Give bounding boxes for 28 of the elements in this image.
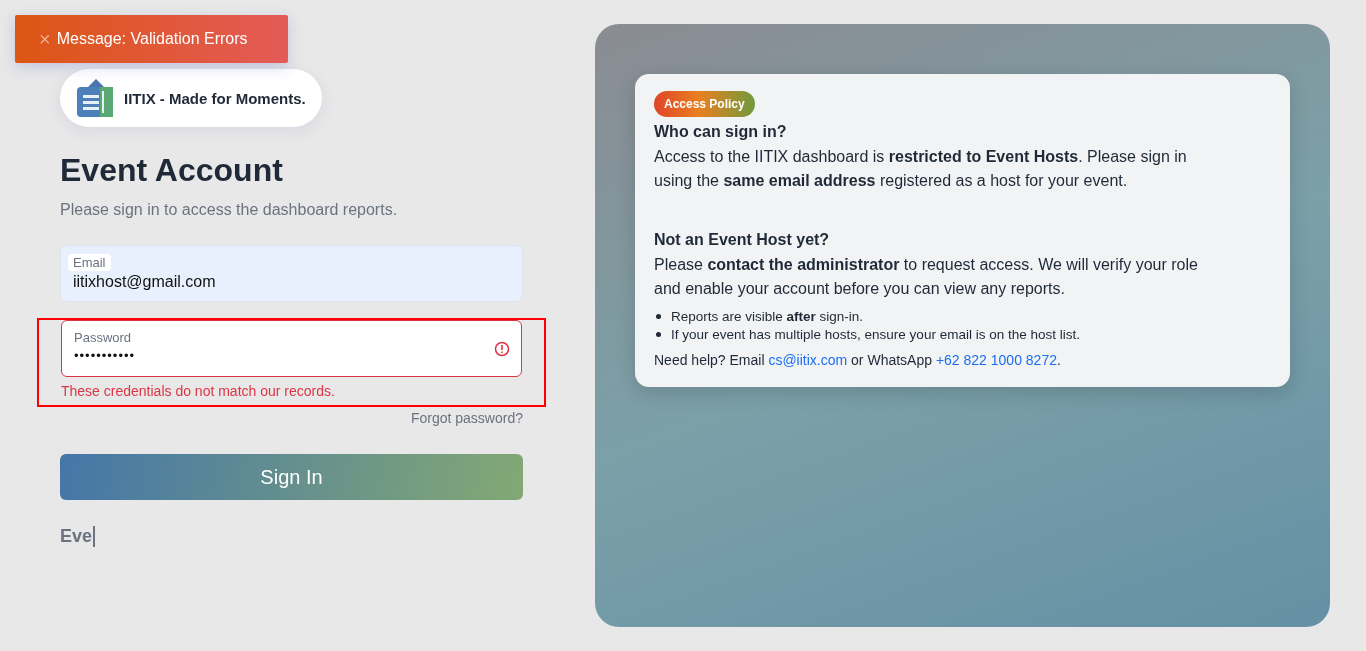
section-text: Access to the IITIX dashboard is restricted to Event Hosts. Please sign in using the same email address registered as a host for your event.	[654, 147, 1188, 191]
section-heading: Who can sign in?	[654, 123, 788, 141]
section-text: Please contact the administrator to request access. We will verify your role and enable your account before you can view any reports.	[654, 255, 1199, 299]
help-text: Need help? Email cs@iitix.com or WhatsApp +62 822 1000 8272.	[654, 352, 1062, 368]
field-label: Password	[73, 329, 133, 346]
password-field[interactable]: Password •••••••••••	[61, 320, 522, 377]
bullet-text: Reports are visible after sign-in.	[671, 309, 864, 324]
bullet-icon	[656, 314, 661, 319]
subtitle: Please sign in to access the dashboard reports.	[60, 201, 399, 219]
field-value: •••••••••••	[74, 348, 136, 363]
email-link[interactable]: cs@iitix.com	[768, 352, 848, 368]
sign-in-button[interactable]: Sign In	[60, 454, 523, 500]
typing-text: Eve	[60, 526, 96, 547]
toast-text: Message: Validation Errors	[56, 30, 248, 48]
field-label: Email	[68, 254, 111, 271]
ticket-logo-icon	[74, 77, 116, 119]
bullet-text: If your event has multiple hosts, ensure your email is on the host list.	[671, 327, 1080, 342]
error-icon	[494, 341, 510, 357]
policy-badge: Access Policy	[654, 91, 755, 117]
bullet-icon	[656, 332, 661, 337]
page-title: Event Account	[60, 152, 284, 189]
forgot-password-link[interactable]: Forgot password?	[410, 410, 523, 426]
error-message: These credentials do not match our records.	[61, 383, 336, 399]
brand-name: IITIX - Made for Moments.	[124, 89, 306, 107]
field-value: iitixhost@gmail.com	[73, 273, 216, 291]
email-field[interactable]: Email iitixhost@gmail.com	[60, 245, 523, 302]
phone-link[interactable]: +62 822 1000 8272	[935, 352, 1057, 368]
section-heading: Not an Event Host yet?	[654, 231, 831, 249]
